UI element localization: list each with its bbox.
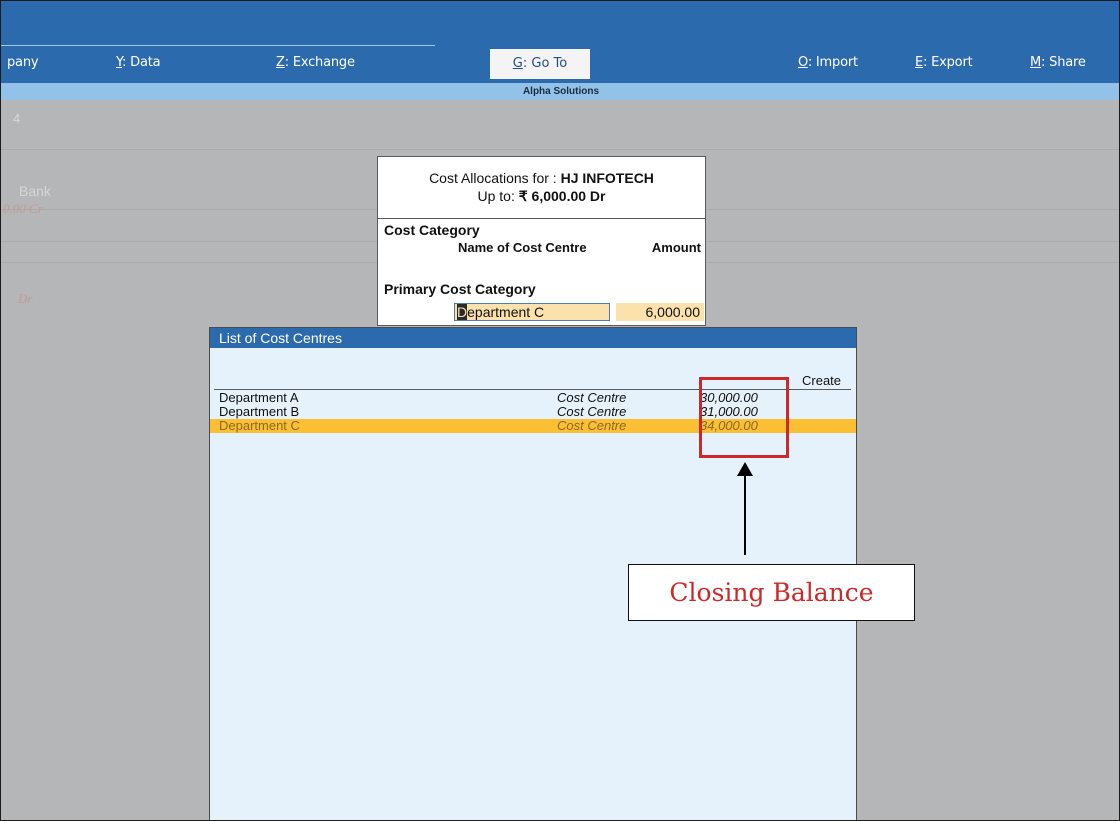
allocation-label: Cost Allocations for :	[429, 170, 561, 186]
company-name-bar: Alpha Solutions	[1, 83, 1119, 100]
bg-text: 4	[13, 111, 21, 126]
allocation-upto: Up to: ₹ 6,000.00 Dr	[378, 188, 705, 205]
upto-label: Up to:	[477, 188, 519, 204]
highlight-box	[699, 377, 789, 458]
cost-centre-name: Department A	[219, 390, 299, 405]
menu-separator	[1, 45, 435, 46]
amount-column-header: Amount	[651, 240, 701, 255]
cost-category-header: Cost Category	[384, 222, 480, 238]
cost-centre-type: Cost Centre	[557, 404, 627, 419]
menu-share-key: M	[1030, 55, 1042, 70]
menu-exchange-label: : Exchange	[284, 55, 355, 70]
create-option[interactable]: Create	[802, 373, 841, 388]
bg-ledger-name: Bank	[19, 183, 51, 199]
list-title: List of Cost Centres	[210, 328, 856, 348]
menu-import[interactable]: O: Import	[798, 55, 858, 70]
cost-centre-input[interactable]: Department C	[454, 303, 610, 321]
menu-data-label: : Data	[122, 55, 161, 70]
cost-centre-name: Department B	[219, 404, 300, 419]
cost-centre-input-text: epartment C	[467, 304, 545, 320]
bg-divider	[1, 149, 1119, 150]
menu-data[interactable]: Y: Data	[116, 55, 161, 70]
menu-import-label: : Import	[807, 55, 858, 70]
allocation-divider	[378, 218, 705, 219]
allocation-party: HJ INFOTECH	[560, 170, 654, 186]
arrow-shaft	[744, 473, 746, 555]
menu-exchange-key: Z	[276, 55, 285, 70]
bg-ledger-balance: 0.00 Cr	[3, 201, 43, 216]
closing-balance-callout: Closing Balance	[628, 564, 915, 621]
bg-text-dr: Dr	[18, 291, 33, 306]
app-window: pany Y: Data Z: Exchange G: Go To O: Imp…	[0, 0, 1120, 821]
menu-export[interactable]: E: Export	[915, 55, 973, 70]
cost-category-name: Primary Cost Category	[384, 281, 536, 297]
menu-export-label: : Export	[923, 55, 973, 70]
top-menu-bar: pany Y: Data Z: Exchange G: Go To O: Imp…	[1, 1, 1119, 83]
text-cursor: D	[457, 304, 468, 320]
menu-goto-key: G	[512, 56, 523, 71]
menu-company[interactable]: pany	[7, 55, 39, 70]
menu-import-key: O	[798, 55, 808, 70]
cost-allocation-panel: Cost Allocations for : HJ INFOTECH Up to…	[377, 156, 706, 326]
cost-centre-type: Cost Centre	[557, 390, 627, 405]
name-column-header: Name of Cost Centre	[458, 240, 587, 255]
menu-goto-button[interactable]: G: Go To	[490, 49, 590, 79]
menu-goto-label: : Go To	[522, 56, 568, 71]
cost-centre-name: Department C	[219, 418, 300, 433]
cost-centre-type: Cost Centre	[557, 418, 627, 433]
menu-share-label: : Share	[1041, 55, 1086, 70]
menu-share[interactable]: M: Share	[1030, 55, 1086, 70]
allocation-heading: Cost Allocations for : HJ INFOTECH	[378, 170, 705, 186]
amount-field[interactable]: 6,000.00	[616, 303, 704, 321]
upto-value: ₹ 6,000.00 Dr	[518, 188, 606, 204]
menu-exchange[interactable]: Z: Exchange	[276, 55, 355, 70]
menu-export-key: E	[915, 55, 924, 70]
